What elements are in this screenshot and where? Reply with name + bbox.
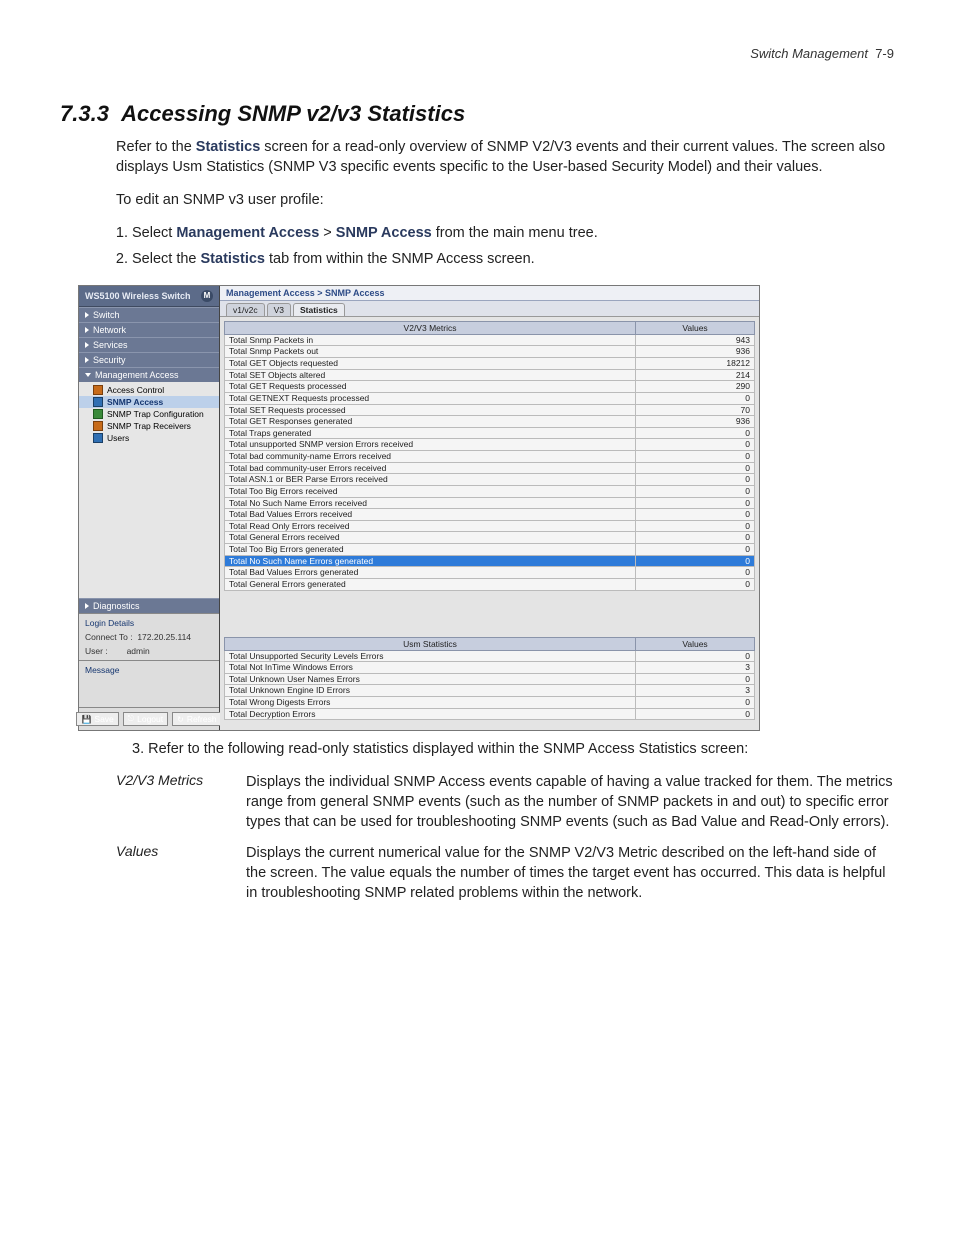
def-body: Displays the individual SNMP Access even… bbox=[246, 772, 894, 833]
col-values: Values bbox=[636, 321, 755, 334]
chevron-right-icon bbox=[85, 357, 89, 363]
statistics-term: Statistics bbox=[196, 139, 260, 155]
table-row[interactable]: Total GETNEXT Requests processed0 bbox=[225, 392, 755, 404]
table-row[interactable]: Total No Such Name Errors generated0 bbox=[225, 555, 755, 567]
subitem-users[interactable]: Users bbox=[79, 432, 219, 444]
sidebar-item-switch[interactable]: Switch bbox=[79, 307, 219, 322]
sidebar-buttons: 💾Save ⎋Logout ↻Refresh bbox=[79, 707, 219, 730]
table-row[interactable]: Total GET Requests processed290 bbox=[225, 381, 755, 393]
table-row[interactable]: Total Too Big Errors generated0 bbox=[225, 544, 755, 556]
intro-paragraph: Refer to the Statistics screen for a rea… bbox=[116, 137, 894, 178]
subitem-snmp-access[interactable]: SNMP Access bbox=[79, 396, 219, 408]
intro-lead: To edit an SNMP v3 user profile: bbox=[116, 190, 894, 210]
sidebar-item-services[interactable]: Services bbox=[79, 337, 219, 352]
chapter-name: Switch Management bbox=[750, 46, 868, 61]
chevron-right-icon bbox=[85, 603, 89, 609]
folder-icon bbox=[93, 385, 103, 395]
table-row[interactable]: Total Traps generated0 bbox=[225, 427, 755, 439]
page-number: 7-9 bbox=[875, 46, 894, 61]
table-row[interactable]: Total Not InTime Windows Errors3 bbox=[225, 662, 755, 674]
refresh-button[interactable]: ↻Refresh bbox=[172, 712, 221, 726]
message-box: Message bbox=[79, 660, 219, 707]
table-row[interactable]: Total Unknown User Names Errors0 bbox=[225, 673, 755, 685]
chevron-down-icon bbox=[85, 373, 91, 377]
table-row[interactable]: Total SET Objects altered214 bbox=[225, 369, 755, 381]
table-row[interactable]: Total Snmp Packets out936 bbox=[225, 346, 755, 358]
table-row[interactable]: Total SET Requests processed70 bbox=[225, 404, 755, 416]
logout-icon: ⎋ bbox=[128, 714, 134, 724]
sidebar-item-diagnostics[interactable]: Diagnostics bbox=[79, 598, 219, 613]
table-row[interactable]: Total GET Responses generated936 bbox=[225, 416, 755, 428]
tab-v3[interactable]: V3 bbox=[267, 303, 291, 316]
chevron-right-icon bbox=[85, 327, 89, 333]
product-brand: WS5100 Wireless Switch M bbox=[79, 286, 219, 307]
sidebar-item-management-access[interactable]: Management Access bbox=[79, 367, 219, 382]
step-3: 3. Refer to the following read-only stat… bbox=[132, 739, 894, 759]
chevron-right-icon bbox=[85, 342, 89, 348]
sidebar-item-security[interactable]: Security bbox=[79, 352, 219, 367]
col-usm-values: Values bbox=[636, 637, 755, 650]
folder-icon bbox=[93, 421, 103, 431]
sidebar-subtree: Access Control SNMP Access SNMP Trap Con… bbox=[79, 382, 219, 599]
def-body: Displays the current numerical value for… bbox=[246, 843, 894, 904]
main-pane: Management Access > SNMP Access v1/v2c V… bbox=[220, 286, 759, 731]
table-row[interactable]: Total Unsupported Security Levels Errors… bbox=[225, 650, 755, 662]
folder-icon bbox=[93, 397, 103, 407]
save-button[interactable]: 💾Save bbox=[76, 712, 118, 726]
table-row[interactable]: Total Bad Values Errors received0 bbox=[225, 509, 755, 521]
sidebar-item-network[interactable]: Network bbox=[79, 322, 219, 337]
step-1: Select Management Access > SNMP Access f… bbox=[132, 222, 894, 244]
subitem-snmp-trap-receivers[interactable]: SNMP Trap Receivers bbox=[79, 420, 219, 432]
table-row[interactable]: Total ASN.1 or BER Parse Errors received… bbox=[225, 474, 755, 486]
tab-bar: v1/v2c V3 Statistics bbox=[220, 301, 759, 317]
tab-v1v2c[interactable]: v1/v2c bbox=[226, 303, 265, 316]
step-2: Select the Statistics tab from within th… bbox=[132, 248, 894, 270]
section-number: 7.3.3 bbox=[60, 101, 109, 126]
table-row[interactable]: Total Unknown Engine ID Errors3 bbox=[225, 685, 755, 697]
subitem-snmp-trap-config[interactable]: SNMP Trap Configuration bbox=[79, 408, 219, 420]
nav-group: Switch Network Services Security Managem… bbox=[79, 307, 219, 382]
table-row[interactable]: Total Snmp Packets in943 bbox=[225, 334, 755, 346]
table-row[interactable]: Total General Errors generated0 bbox=[225, 578, 755, 590]
definition-values: Values Displays the current numerical va… bbox=[116, 843, 894, 904]
col-metrics: V2/V3 Metrics bbox=[225, 321, 636, 334]
table-row[interactable]: Total Too Big Errors received0 bbox=[225, 485, 755, 497]
folder-icon bbox=[93, 409, 103, 419]
table-row[interactable]: Total GET Objects requested18212 bbox=[225, 358, 755, 370]
motorola-icon: M bbox=[201, 290, 213, 302]
usm-statistics-table: Usm Statistics Values Total Unsupported … bbox=[224, 637, 755, 721]
login-details: Login Details Connect To : 172.20.25.114… bbox=[79, 613, 219, 660]
table-row[interactable]: Total unsupported SNMP version Errors re… bbox=[225, 439, 755, 451]
table-row[interactable]: Total bad community-name Errors received… bbox=[225, 451, 755, 463]
table-row[interactable]: Total Read Only Errors received0 bbox=[225, 520, 755, 532]
table-row[interactable]: Total Wrong Digests Errors0 bbox=[225, 697, 755, 709]
v2v3-metrics-table: V2/V3 Metrics Values Total Snmp Packets … bbox=[224, 321, 755, 591]
sidebar: WS5100 Wireless Switch M Switch Network … bbox=[79, 286, 220, 731]
definition-v2v3: V2/V3 Metrics Displays the individual SN… bbox=[116, 772, 894, 833]
col-usm: Usm Statistics bbox=[225, 637, 636, 650]
tab-statistics[interactable]: Statistics bbox=[293, 303, 345, 316]
refresh-icon: ↻ bbox=[177, 715, 184, 724]
table-row[interactable]: Total General Errors received0 bbox=[225, 532, 755, 544]
def-term: Values bbox=[116, 843, 246, 904]
breadcrumb: Management Access > SNMP Access bbox=[220, 286, 759, 301]
step-list: Select Management Access > SNMP Access f… bbox=[132, 222, 894, 271]
embedded-screenshot: WS5100 Wireless Switch M Switch Network … bbox=[78, 285, 760, 732]
page-header: Switch Management 7-9 bbox=[60, 46, 894, 61]
subitem-access-control[interactable]: Access Control bbox=[79, 384, 219, 396]
chevron-right-icon bbox=[85, 312, 89, 318]
table-row[interactable]: Total Decryption Errors0 bbox=[225, 708, 755, 720]
section-heading: 7.3.3 Accessing SNMP v2/v3 Statistics bbox=[60, 101, 894, 127]
logout-button[interactable]: ⎋Logout bbox=[123, 712, 168, 726]
table-row[interactable]: Total bad community-user Errors received… bbox=[225, 462, 755, 474]
section-title-text: Accessing SNMP v2/v3 Statistics bbox=[121, 101, 465, 126]
folder-icon bbox=[93, 433, 103, 443]
def-term: V2/V3 Metrics bbox=[116, 772, 246, 833]
table-row[interactable]: Total Bad Values Errors generated0 bbox=[225, 567, 755, 579]
table-row[interactable]: Total No Such Name Errors received0 bbox=[225, 497, 755, 509]
save-icon: 💾 bbox=[81, 715, 91, 724]
